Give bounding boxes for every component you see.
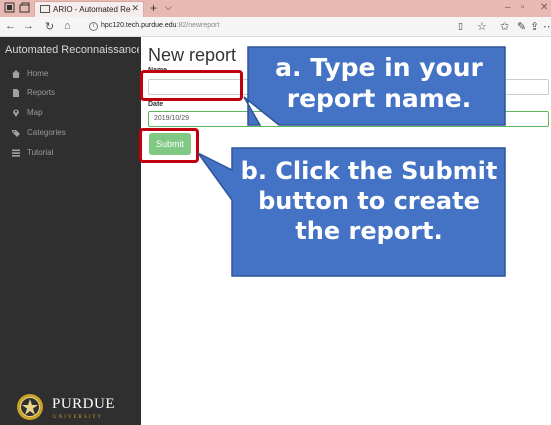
callout-b-line1: b. Click the Submit [240, 157, 498, 185]
callout-a-line2: report name. [286, 84, 472, 114]
callout-a-text: a. Type in your report name. [260, 52, 498, 115]
callout-a-line1: a. Type in your [275, 53, 483, 82]
callout-b-line2: button to create [258, 187, 480, 215]
callout-b-line3: the report. [295, 217, 443, 245]
callout-b-text: b. Click the Submit button to create the… [234, 156, 504, 246]
